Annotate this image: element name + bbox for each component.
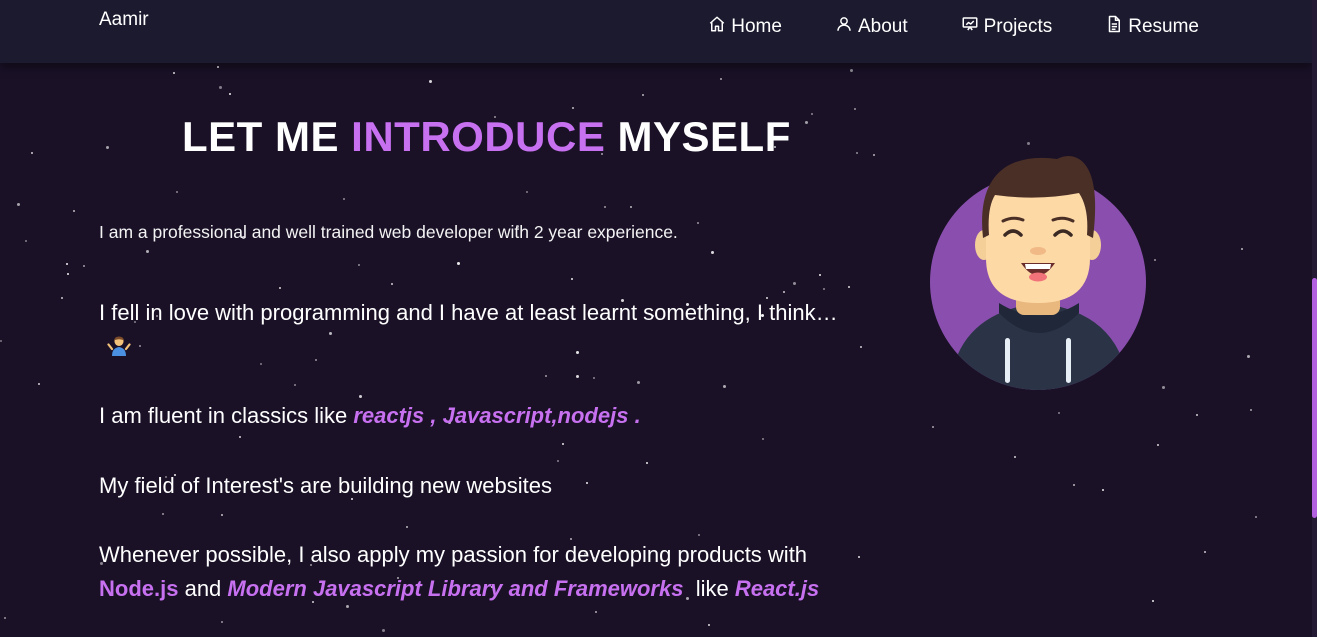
languages-highlight: reactjs , Javascript,nodejs . [353, 403, 641, 428]
page-title: LET ME INTRODUCE MYSELF [182, 113, 791, 161]
p4-like: like [683, 576, 735, 601]
avatar-illustration [930, 156, 1146, 390]
nav-item-projects[interactable]: Projects [961, 15, 1053, 39]
person-shrugging-icon [107, 334, 131, 358]
avatar [929, 153, 1147, 393]
nav-links: Home About Projects Resume [708, 15, 1199, 39]
nav-label-home: Home [731, 16, 782, 37]
nav-label-projects: Projects [983, 16, 1053, 37]
navbar: Aamir Home About Projects Resume [0, 0, 1312, 63]
nav-item-about[interactable]: About [835, 15, 908, 39]
p4-text: Whenever possible, I also apply my passi… [99, 542, 808, 567]
nodejs-highlight: Node.js [99, 576, 179, 601]
paragraph-programming: I fell in love with programming and I ha… [99, 296, 844, 364]
brand-name[interactable]: Aamir [99, 9, 149, 31]
user-icon [835, 15, 853, 39]
p2-text: I am fluent in classics like [99, 403, 354, 428]
paragraph-languages: I am fluent in classics like reactjs , J… [99, 399, 844, 433]
paragraph-interest: My field of Interest's are building new … [99, 473, 552, 498]
projects-icon [961, 15, 979, 39]
nav-label-about: About [857, 16, 908, 37]
scrollbar-thumb[interactable] [1312, 278, 1317, 518]
paragraph-passion: Whenever possible, I also apply my passi… [99, 538, 844, 606]
nav-item-home[interactable]: Home [708, 15, 782, 39]
frameworks-highlight: Modern Javascript Library and Frameworks [227, 576, 684, 601]
document-icon [1105, 15, 1123, 39]
title-highlight: INTRODUCE [351, 113, 606, 160]
intro-text: I am a professional and well trained web… [99, 222, 678, 242]
nav-label-resume: Resume [1128, 16, 1199, 37]
reactjs-highlight: React.js [734, 576, 820, 601]
home-icon [708, 15, 726, 39]
title-post: MYSELF [605, 113, 791, 160]
about-section: LET ME INTRODUCE MYSELF I am a professio… [0, 63, 1312, 637]
p1-text: I fell in love with programming and I ha… [99, 300, 838, 325]
p4-mid: and [178, 576, 228, 601]
nav-item-resume[interactable]: Resume [1105, 15, 1199, 39]
title-pre: LET ME [182, 113, 352, 160]
